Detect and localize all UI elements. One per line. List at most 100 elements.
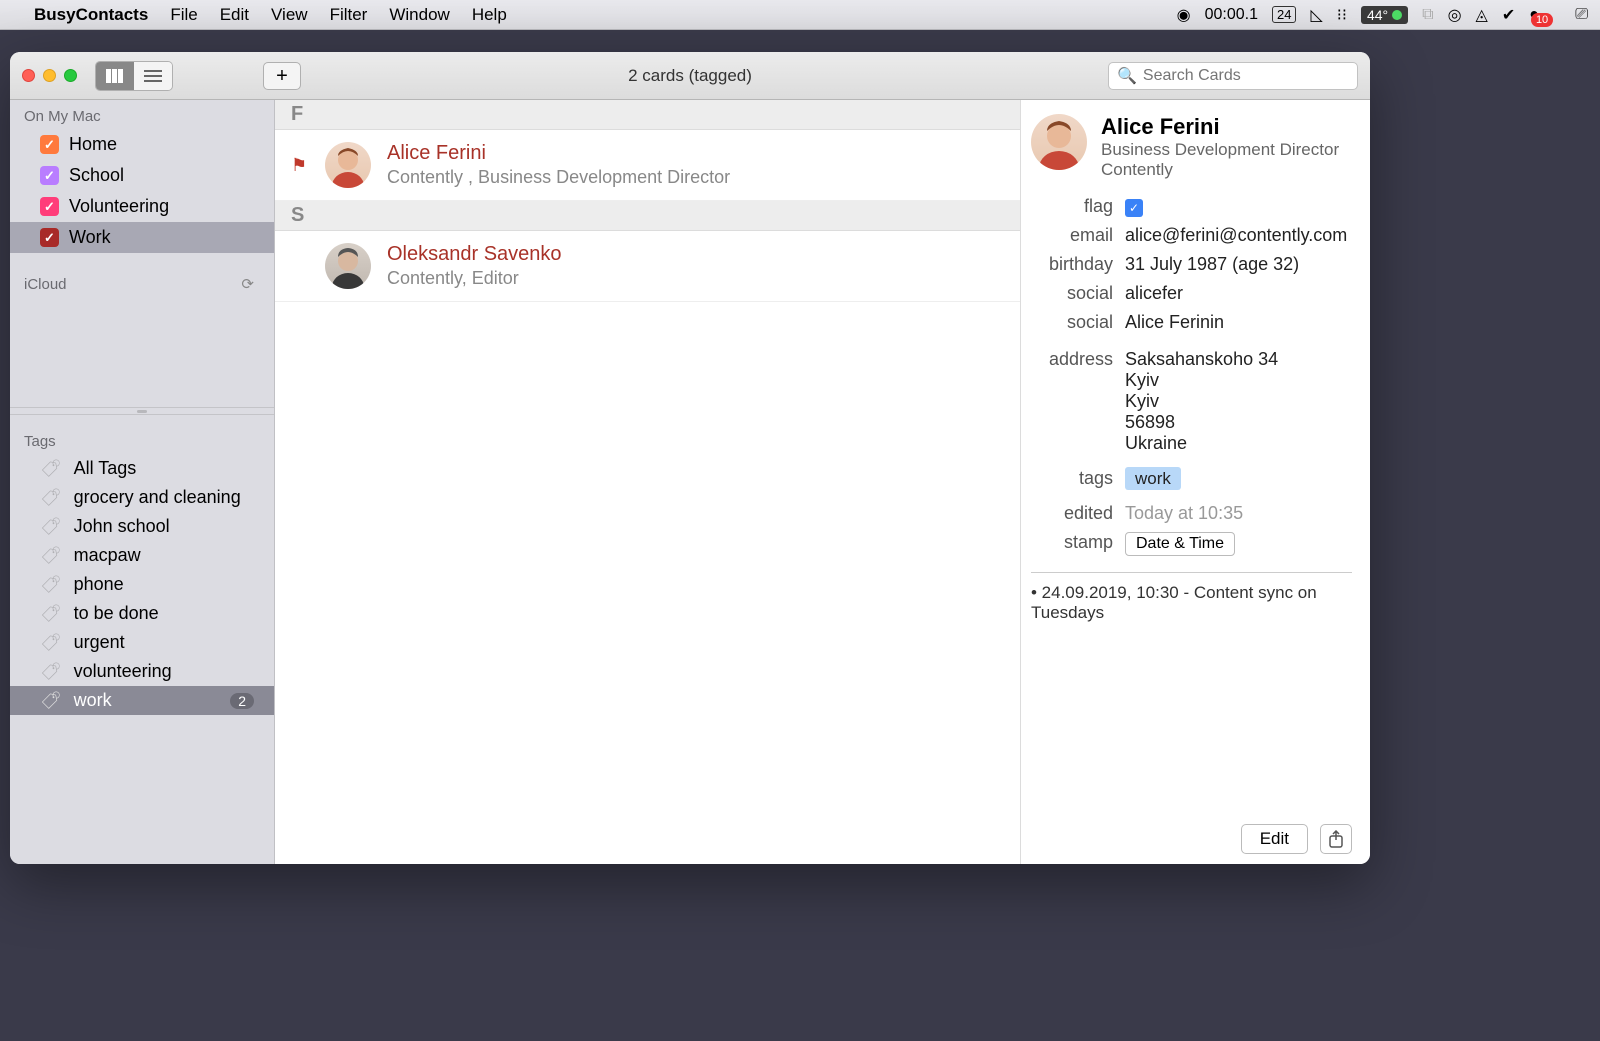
sidebar-item-label: Work [69, 227, 111, 248]
tag-item-volunteering[interactable]: 🏷 volunteering [10, 657, 274, 686]
check-icon: ✓ [40, 135, 59, 154]
menu-window[interactable]: Window [389, 5, 449, 25]
contact-subtitle: Contently , Business Development Directo… [387, 167, 730, 188]
tag-label: All Tags [74, 458, 137, 479]
tag-label: work [74, 690, 112, 711]
add-button[interactable]: + [263, 62, 301, 90]
tag-icon: 🏷 [40, 662, 62, 682]
list-view-button[interactable] [134, 62, 172, 90]
value-address: Saksahanskoho 34 Kyiv Kyiv 56898 Ukraine [1125, 349, 1352, 454]
tag-item-macpaw[interactable]: 🏷macpaw [10, 541, 274, 570]
paperplane-icon[interactable]: ◺ [1310, 5, 1322, 25]
view-toggle [95, 61, 173, 91]
close-button[interactable] [22, 69, 35, 82]
tag-item-grocery[interactable]: 🏷 grocery and cleaning [10, 483, 274, 512]
status-temp[interactable]: 44° [1361, 6, 1408, 24]
window-controls [22, 69, 77, 82]
label-tags: tags [1031, 468, 1113, 489]
camera-icon[interactable]: ◎ [1448, 5, 1462, 25]
edit-button[interactable]: Edit [1241, 824, 1308, 854]
label-stamp: stamp [1031, 532, 1113, 556]
value-birthday: 31 July 1987 (age 32) [1125, 254, 1352, 275]
detail-title: Business Development Director [1101, 140, 1339, 160]
minimize-button[interactable] [43, 69, 56, 82]
label-address: address [1031, 349, 1113, 454]
label-social: social [1031, 283, 1113, 304]
contact-name: Alice Ferini [387, 142, 730, 165]
sidebar-divider[interactable] [10, 407, 274, 415]
sidebar-item-school[interactable]: ✓ School [10, 160, 274, 191]
status-date[interactable]: 24 [1272, 6, 1296, 23]
tag-item-work[interactable]: 🏷work2 [10, 686, 274, 715]
menu-edit[interactable]: Edit [220, 5, 249, 25]
tag-label: John school [74, 516, 170, 537]
detail-name: Alice Ferini [1101, 114, 1339, 140]
status-timer: 00:00.1 [1205, 6, 1258, 24]
label-edited: edited [1031, 503, 1113, 524]
share-icon [1328, 830, 1344, 848]
sidebar-item-volunteering[interactable]: ✓ Volunteering [10, 191, 274, 222]
tag-label: urgent [74, 632, 125, 653]
check-icon: ✓ [40, 166, 59, 185]
value-edited: Today at 10:35 [1125, 503, 1352, 524]
tag-label: to be done [74, 603, 159, 624]
label-birthday: birthday [1031, 254, 1113, 275]
sidebar-item-label: School [69, 165, 124, 186]
status-icons: ◉ 00:00.1 24 ◺ ⁝⁝ 44° ⧉ ◎ ◬ ✔ ●10 ⎚ [1177, 5, 1588, 25]
value-social[interactable]: alicefer [1125, 283, 1352, 304]
record-icon[interactable]: ◉ [1177, 5, 1191, 25]
menu-view[interactable]: View [271, 5, 308, 25]
columns-view-button[interactable] [96, 62, 134, 90]
check-icon[interactable]: ✔ [1502, 5, 1515, 25]
contact-subtitle: Contently, Editor [387, 268, 562, 289]
airplay-icon[interactable]: ⎚ [1575, 6, 1588, 24]
sidebar-item-home[interactable]: ✓ Home [10, 129, 274, 160]
avatar [1031, 114, 1087, 170]
triangle-icon[interactable]: ◬ [1476, 5, 1488, 25]
app-name[interactable]: BusyContacts [34, 5, 148, 25]
tag-item-tobedone[interactable]: 🏷to be done [10, 599, 274, 628]
label-email: email [1031, 225, 1113, 246]
search-field[interactable]: 🔍 [1108, 62, 1358, 90]
tag-icon: 🏷 [40, 459, 62, 479]
dropbox-icon[interactable]: ⧉ [1422, 6, 1433, 24]
notif-icon[interactable]: ●10 [1529, 6, 1561, 24]
value-email[interactable]: alice@ferini@contently.com [1125, 225, 1352, 246]
contact-row[interactable]: Oleksandr Savenko Contently, Editor [275, 231, 1020, 302]
check-icon: ✓ [40, 197, 59, 216]
tag-icon: 🏷 [40, 691, 62, 711]
tag-item-phone[interactable]: 🏷phone [10, 570, 274, 599]
menu-file[interactable]: File [170, 5, 197, 25]
contact-name: Oleksandr Savenko [387, 243, 562, 266]
sidebar-item-label: Volunteering [69, 196, 169, 217]
stamp-button[interactable]: Date & Time [1125, 532, 1235, 556]
tag-label: grocery and cleaning [74, 487, 241, 508]
share-button[interactable] [1320, 824, 1352, 854]
flag-checkbox[interactable]: ✓ [1125, 199, 1143, 217]
search-input[interactable] [1143, 67, 1350, 85]
sidebar-item-work[interactable]: ✓ Work [10, 222, 274, 253]
menu-help[interactable]: Help [472, 5, 507, 25]
tag-item-urgent[interactable]: 🏷 urgent [10, 628, 274, 657]
tag-icon: 🏷 [40, 488, 62, 508]
sync-icon[interactable]: ⟳ [241, 275, 254, 293]
sidebar-section-icloud: iCloud ⟳ [10, 267, 274, 297]
value-social[interactable]: Alice Ferinin [1125, 312, 1352, 333]
macos-menubar: BusyContacts File Edit View Filter Windo… [0, 0, 1600, 30]
zoom-button[interactable] [64, 69, 77, 82]
label-flag: flag [1031, 196, 1113, 217]
tag-label: macpaw [74, 545, 141, 566]
tag-chip[interactable]: work [1125, 467, 1181, 490]
tag-icon: 🏷 [40, 633, 62, 653]
window-title: 2 cards (tagged) [628, 66, 752, 86]
avatar [325, 142, 371, 188]
contact-row[interactable]: ⚑ Alice Ferini Contently , Business Deve… [275, 130, 1020, 201]
toolbar: + 2 cards (tagged) 🔍 [10, 52, 1370, 100]
tag-label: volunteering [74, 661, 172, 682]
tag-item-alltags[interactable]: 🏷 All Tags [10, 454, 274, 483]
contact-note[interactable]: • 24.09.2019, 10:30 - Content sync on Tu… [1031, 583, 1352, 623]
sync-icon[interactable]: ⁝⁝ [1337, 5, 1347, 25]
menu-filter[interactable]: Filter [330, 5, 368, 25]
detail-company: Contently [1101, 160, 1339, 180]
tag-item-johnschool[interactable]: 🏷John school [10, 512, 274, 541]
